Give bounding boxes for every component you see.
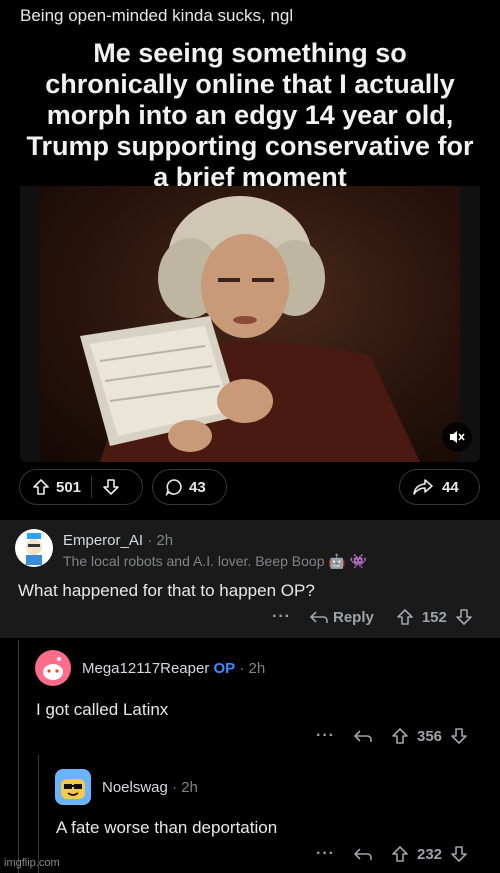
share-icon — [413, 479, 433, 495]
upvote-icon[interactable] — [396, 608, 414, 626]
reply-icon[interactable] — [353, 728, 373, 744]
upvote-count: 501 — [56, 478, 82, 496]
comment-body: A fate worse than deportation — [56, 818, 278, 837]
sunglasses-avatar-icon — [61, 779, 85, 799]
more-icon[interactable]: ··· — [316, 727, 335, 745]
reply-icon[interactable] — [309, 609, 329, 625]
comment-author[interactable]: Noelswag · 2h — [102, 779, 198, 796]
comment-count: 43 — [189, 478, 206, 496]
mute-button[interactable] — [442, 422, 472, 452]
share-count: 44 — [442, 478, 459, 496]
meme-image — [40, 186, 460, 462]
thread-line[interactable] — [18, 640, 19, 873]
downvote-icon[interactable] — [450, 727, 468, 745]
avatar[interactable] — [15, 529, 53, 567]
avatar[interactable] — [35, 650, 71, 686]
thread-line[interactable] — [38, 755, 39, 873]
downvote-icon[interactable] — [450, 845, 468, 863]
comment-time: 2h — [248, 660, 266, 677]
more-icon[interactable]: ··· — [272, 608, 291, 626]
meta-separator: · — [147, 532, 153, 549]
snoo-avatar-icon — [43, 657, 63, 680]
reply-button[interactable]: Reply — [333, 609, 374, 626]
op-badge: OP — [213, 660, 236, 677]
comment-author[interactable]: Emperor_AI · 2h — [63, 532, 173, 549]
comment-emperor-ai: Emperor_AI · 2h The local robots and A.I… — [0, 520, 500, 638]
meta-separator: · — [239, 660, 245, 677]
meta-separator: · — [172, 779, 178, 796]
vote-count: 232 — [416, 845, 443, 863]
comment-time: 2h — [181, 779, 198, 796]
post-action-bar: 501 43 44 — [0, 467, 500, 509]
user-flair: The local robots and A.I. lover. Beep Bo… — [63, 553, 368, 569]
author-name[interactable]: Noelswag — [102, 779, 168, 796]
upvote-icon[interactable] — [391, 845, 409, 863]
comment-actions: ··· Reply 152 — [272, 608, 473, 626]
vote-count: 356 — [416, 727, 443, 745]
man-reading-illustration — [80, 196, 420, 462]
post-title: Being open-minded kinda sucks, ngl — [20, 6, 294, 25]
comment-actions: ··· 356 — [316, 727, 468, 745]
vote-count: 152 — [421, 608, 447, 626]
more-icon[interactable]: ··· — [316, 845, 335, 863]
comment-body: I got called Latinx — [36, 700, 169, 719]
comments-button[interactable]: 43 — [152, 469, 227, 505]
mute-icon — [450, 431, 465, 443]
reply-icon[interactable] — [353, 846, 373, 862]
avatar[interactable] — [55, 769, 91, 805]
author-name[interactable]: Emperor_AI — [63, 532, 143, 549]
vote-pill: 501 — [19, 469, 143, 505]
vote-divider — [91, 476, 93, 498]
post-media[interactable]: Me seeing something so chronically onlin… — [20, 34, 480, 462]
downvote-icon[interactable] — [102, 478, 120, 496]
upvote-icon[interactable] — [391, 727, 409, 745]
comment-icon — [165, 479, 182, 496]
comment-author[interactable]: Mega12117Reaper OP · 2h — [82, 660, 265, 677]
robot-avatar-icon — [26, 533, 42, 565]
comment-body: What happened for that to happen OP? — [18, 581, 315, 600]
meme-caption: Me seeing something so chronically onlin… — [20, 34, 480, 192]
comment-actions: ··· 232 — [316, 845, 468, 863]
upvote-icon[interactable] — [32, 478, 50, 496]
author-name[interactable]: Mega12117Reaper — [82, 660, 209, 677]
share-button[interactable]: 44 — [399, 469, 480, 505]
comment-time: 2h — [156, 532, 174, 549]
watermark: imgflip.com — [4, 857, 60, 869]
downvote-icon[interactable] — [455, 608, 473, 626]
